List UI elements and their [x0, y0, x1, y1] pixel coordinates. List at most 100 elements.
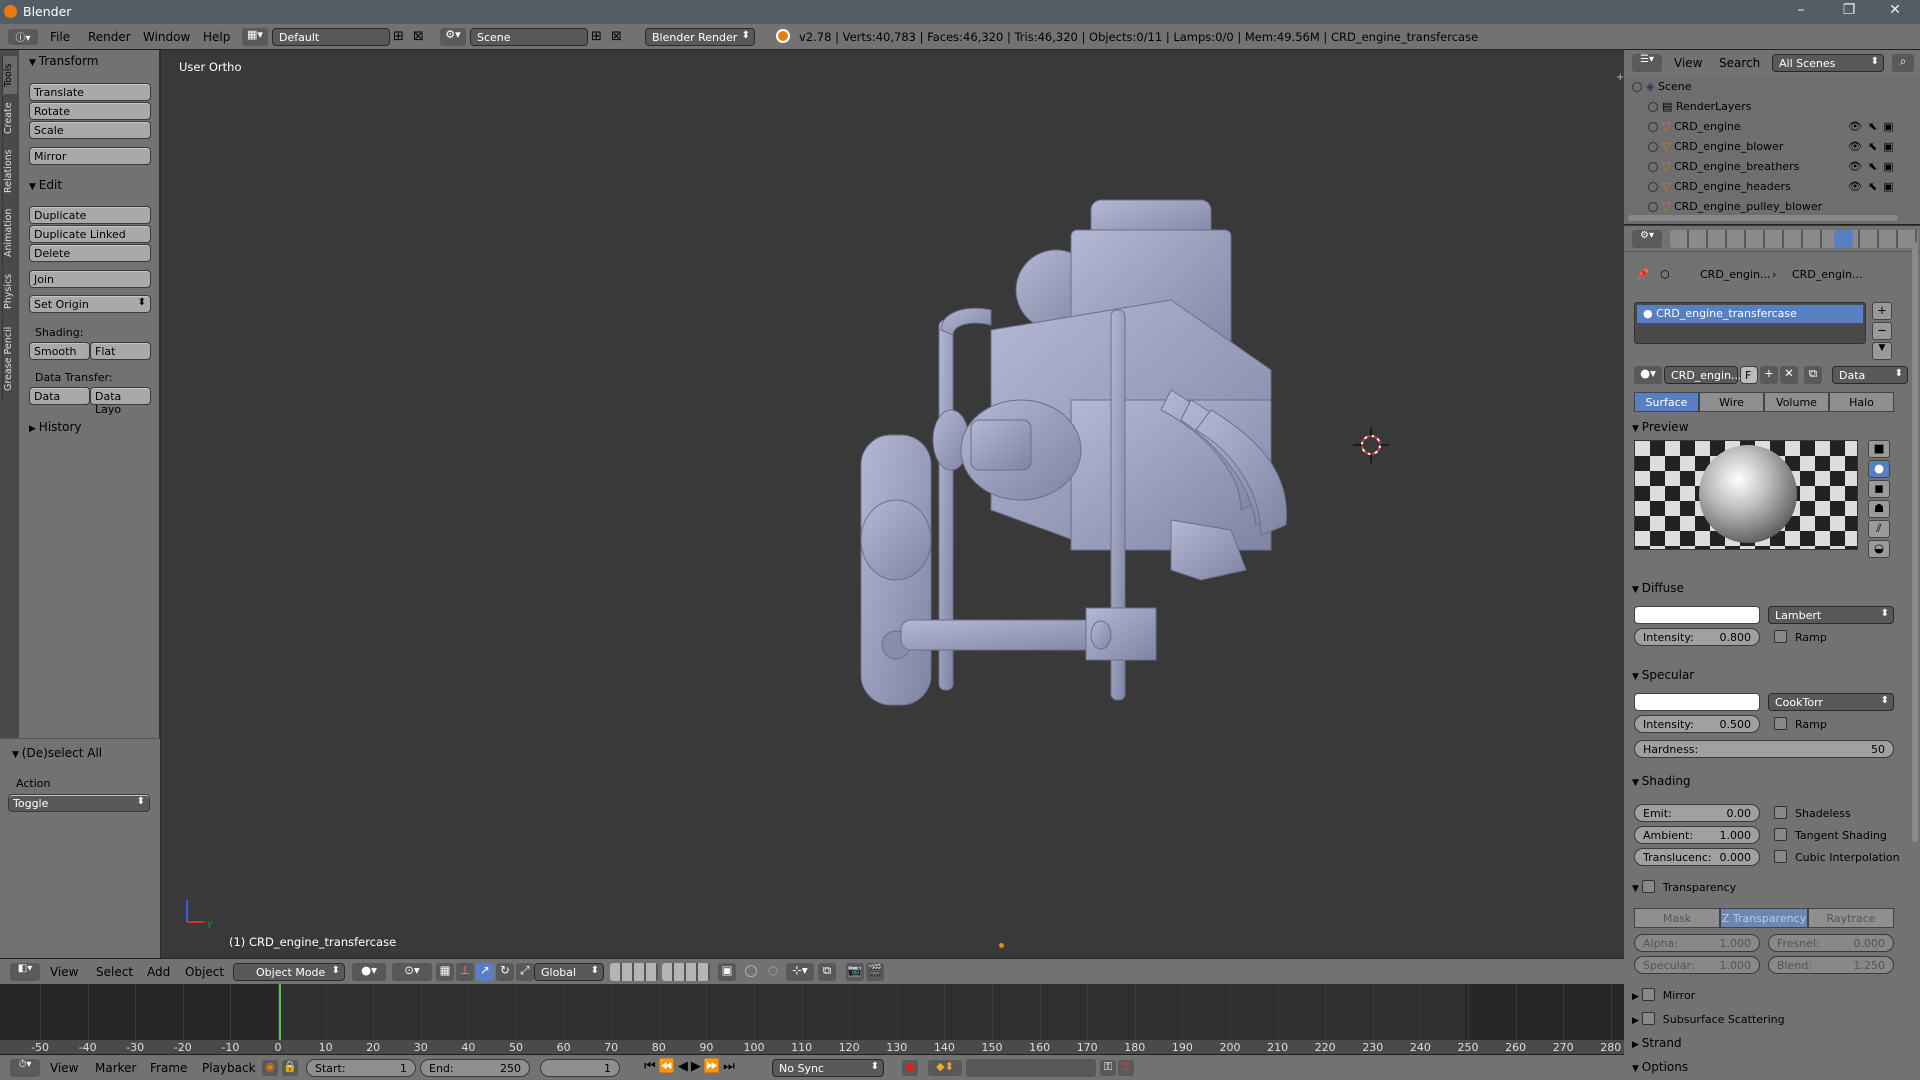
screen-layout-icon[interactable]: ▦▾ — [242, 28, 268, 46]
menu-object[interactable]: Object — [185, 965, 224, 979]
outliner-row[interactable]: ▽ CRD_engine_breathers 👁⬉▣ — [1648, 160, 1918, 176]
diffuse-panel-title[interactable]: Diffuse — [1632, 581, 1684, 595]
menu-render[interactable]: Render — [88, 30, 131, 44]
set-origin-dropdown[interactable]: Set Origin — [29, 295, 151, 313]
specular-panel-title[interactable]: Specular — [1632, 668, 1694, 682]
specular-color-swatch[interactable] — [1634, 693, 1760, 711]
transform-panel-title[interactable]: Transform — [29, 54, 99, 68]
material-context-tab[interactable] — [1834, 230, 1853, 248]
outliner-menu-search[interactable]: Search — [1719, 56, 1760, 70]
add-scene-icon[interactable]: ⊞ — [591, 29, 602, 44]
tab-tools[interactable]: Tools — [2, 56, 17, 94]
proportional-edit-icon[interactable]: ◯ — [742, 963, 760, 981]
render-engine-dropdown[interactable]: Blender Render — [645, 28, 755, 46]
options-panel-title[interactable]: Options — [1632, 1060, 1688, 1074]
tab-raytrace[interactable]: Raytrace — [1808, 908, 1894, 928]
menu-window[interactable]: Window — [143, 30, 190, 44]
keyframe-type-icon[interactable]: ◆⬍ — [928, 1060, 962, 1076]
rotate-manipulator-icon[interactable]: ↻ — [496, 963, 514, 981]
unlink-material-icon[interactable]: ✕ — [1780, 366, 1798, 384]
history-panel-title[interactable]: History — [29, 420, 82, 434]
outliner-row[interactable]: ◈ Scene — [1632, 80, 1902, 96]
rotate-button[interactable]: Rotate — [29, 102, 151, 120]
preview-cube-icon[interactable]: ◼ — [1868, 480, 1890, 498]
manipulator-icon[interactable]: ⊥ — [456, 963, 474, 981]
shading-mode-icon[interactable]: ●▾ — [352, 963, 386, 981]
emit-field[interactable]: Emit: 0.00 — [1634, 804, 1760, 822]
3d-cursor-icon[interactable] — [1351, 425, 1391, 465]
outliner-menu-view[interactable]: View — [1674, 56, 1702, 70]
close-button[interactable]: ✕ — [1880, 2, 1910, 18]
tab-relations[interactable]: Relations — [2, 142, 17, 200]
timeline-editor-icon[interactable]: ⏱▾ — [10, 1059, 40, 1077]
sss-panel-title[interactable]: Subsurface Scattering — [1632, 1012, 1785, 1026]
scene-field[interactable]: Scene — [470, 28, 588, 46]
diffuse-shader-dropdown[interactable]: Lambert — [1768, 606, 1894, 624]
current-frame-field[interactable]: 1 — [540, 1059, 620, 1077]
properties-scrollbar[interactable] — [1912, 242, 1918, 842]
properties-context-tabs[interactable] — [1670, 230, 1918, 248]
ambient-field[interactable]: Ambient: 1.000 — [1634, 826, 1760, 844]
render-anim-icon[interactable]: 🎬 — [866, 963, 884, 981]
playback-controls[interactable]: ⏮⏪◀▶⏩⏭ — [644, 1059, 738, 1074]
end-frame-field[interactable]: End: 250 — [420, 1059, 530, 1077]
material-name-field[interactable]: CRD_engin... — [1664, 366, 1742, 384]
tab-surface[interactable]: Surface — [1634, 392, 1699, 412]
record-icon[interactable]: ● — [902, 1060, 918, 1076]
outliner-row[interactable]: ▤ RenderLayers — [1648, 100, 1918, 116]
timeline-menu-view[interactable]: View — [50, 1061, 78, 1075]
add-slot-button[interactable]: + — [1872, 302, 1892, 320]
editor-type-icon[interactable]: ⓘ▾ — [8, 29, 38, 45]
deselect-all-title[interactable]: (De)select All — [12, 746, 102, 760]
remove-scene-icon[interactable]: ⊠ — [611, 29, 622, 44]
preview-monkey-icon[interactable]: ☗ — [1868, 500, 1890, 518]
layers-grid-a[interactable] — [610, 963, 658, 981]
engine-model[interactable] — [841, 130, 1341, 740]
copy-material-icon[interactable]: ⧉ — [1804, 366, 1822, 384]
tab-physics[interactable]: Physics — [2, 266, 17, 316]
tab-create[interactable]: Create — [2, 96, 17, 140]
layers-grid-b[interactable] — [662, 963, 710, 981]
current-frame-line[interactable] — [279, 984, 281, 1040]
timeline-menu-frame[interactable]: Frame — [150, 1061, 187, 1075]
specular-intensity-field[interactable]: Intensity: 0.500 — [1634, 715, 1760, 733]
strand-panel-title[interactable]: Strand — [1632, 1036, 1682, 1050]
sync-dropdown[interactable]: No Sync — [772, 1059, 884, 1077]
pivot-icon[interactable]: ⊙▾ — [392, 963, 432, 981]
remove-slot-button[interactable]: − — [1872, 322, 1892, 340]
outliner-row[interactable]: ▽ CRD_engine_headers 👁⬉▣ — [1648, 180, 1918, 196]
preview-sphere-icon[interactable]: ● — [1868, 460, 1890, 478]
scale-manipulator-icon[interactable]: ⤢ — [516, 963, 534, 981]
shadeless-checkbox[interactable]: Shadeless — [1774, 806, 1851, 820]
pin-icon[interactable]: 📌 — [1636, 268, 1650, 281]
blend-field[interactable]: Blend: 1.250 — [1768, 956, 1894, 974]
delete-keyframe-icon[interactable]: ⚿ — [1118, 1060, 1134, 1076]
specular-shader-dropdown[interactable]: CookTorr — [1768, 693, 1894, 711]
visibility-icons[interactable]: 👁⬉▣ — [1848, 140, 1900, 153]
diffuse-intensity-field[interactable]: Intensity: 0.800 — [1634, 628, 1760, 646]
visibility-icons[interactable]: 👁⬉▣ — [1848, 160, 1900, 173]
falloff-icon[interactable]: ◌ — [764, 963, 782, 981]
timeline[interactable]: -50 -40 -30 -20 -10 0 10 20 30 40 50 60 70 80 90 100 110… — [0, 984, 1624, 1054]
preview-flat-icon[interactable]: ■ — [1868, 440, 1890, 458]
lock-camera-icon[interactable]: ▣ — [718, 963, 736, 981]
data-button[interactable]: Data — [29, 387, 90, 405]
flat-button[interactable]: Flat — [90, 342, 151, 360]
menu-add[interactable]: Add — [147, 965, 170, 979]
specular-alpha-field[interactable]: Specular: 1.000 — [1634, 956, 1760, 974]
preview-world-icon[interactable]: ◒ — [1868, 540, 1890, 558]
data-layout-button[interactable]: Data Layo — [90, 387, 151, 416]
outliner-row[interactable]: ▽ CRD_engine_pulley_blower — [1648, 200, 1918, 214]
duplicate-button[interactable]: Duplicate — [29, 206, 151, 224]
tab-wire[interactable]: Wire — [1699, 392, 1764, 412]
duplicate-linked-button[interactable]: Duplicate Linked — [29, 225, 151, 243]
outliner-row[interactable]: ▽ CRD_engine 👁⬉▣ — [1648, 120, 1918, 136]
translucency-field[interactable]: Translucenc: 0.000 — [1634, 848, 1760, 866]
keying-set-field[interactable] — [966, 1059, 1096, 1077]
visibility-icons[interactable]: 👁⬉▣ — [1848, 120, 1900, 133]
properties-editor-icon[interactable]: ⚙▾ — [1632, 230, 1662, 248]
visibility-icons[interactable]: 👁⬉▣ — [1848, 180, 1900, 193]
mirror-button[interactable]: Mirror — [29, 147, 151, 165]
scale-button[interactable]: Scale — [29, 121, 151, 139]
maximize-button[interactable]: ❐ — [1834, 2, 1864, 18]
